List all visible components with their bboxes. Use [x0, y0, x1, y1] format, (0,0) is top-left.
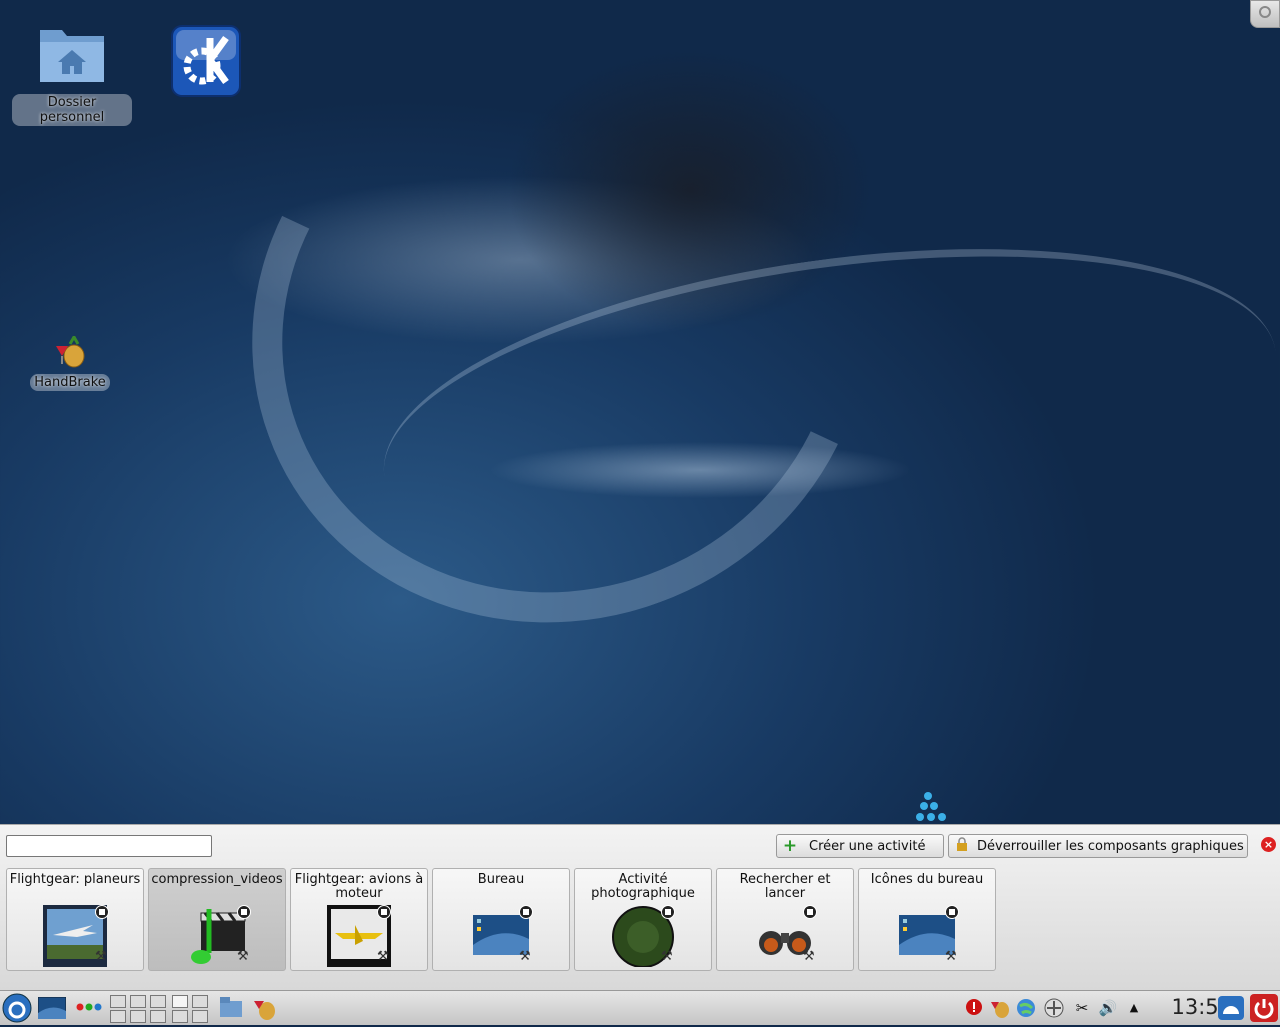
activity-card[interactable]: Icônes du bureau ⚒ [858, 868, 996, 971]
application-launcher-button[interactable] [2, 993, 32, 1027]
power-icon [1254, 999, 1274, 1019]
activity-title: Flightgear: avions à moteur [294, 872, 424, 901]
desktop-icon-home-folder[interactable]: Dossier personnel [12, 24, 132, 126]
activity-title: Flightgear: planeurs [9, 872, 141, 887]
stop-activity-icon[interactable] [519, 905, 533, 919]
notification-icon[interactable] [964, 998, 984, 1018]
show-desktop-button[interactable] [37, 996, 67, 1023]
configure-activity-icon[interactable]: ⚒ [661, 949, 673, 964]
file-manager-icon [220, 997, 242, 1017]
stop-activity-icon[interactable] [237, 905, 251, 919]
home-folder-icon [40, 30, 104, 82]
activity-title: Icônes du bureau [870, 872, 984, 887]
lock-icon [953, 837, 971, 855]
expand-tray-arrow-icon[interactable]: ▲ [1124, 998, 1144, 1018]
kde-logo-icon [171, 25, 241, 97]
handbrake-icon [254, 1001, 275, 1020]
pager-desktop-6[interactable] [110, 1010, 126, 1023]
create-activity-button[interactable]: + Créer une activité [776, 834, 944, 858]
configure-activity-icon[interactable]: ⚒ [803, 949, 815, 964]
desktop-icon-label: Dossier personnel [12, 94, 132, 126]
activity-title: Rechercher et lancer [739, 872, 831, 901]
pager-desktop-2[interactable] [130, 995, 146, 1008]
unlock-widgets-label: Déverrouiller les composants graphiques [977, 838, 1244, 854]
logout-button[interactable] [1250, 994, 1278, 1022]
toolbox-corner-button[interactable] [1250, 0, 1280, 28]
plasma-toolbox-icon[interactable] [914, 790, 948, 824]
stop-activity-icon[interactable] [803, 905, 817, 919]
wallpaper-swoosh [169, 0, 951, 709]
pager-desktop-4[interactable] [172, 995, 188, 1008]
panel-config-icon [1223, 1006, 1239, 1014]
plus-icon: + [782, 836, 798, 856]
configure-activity-icon[interactable]: ⚒ [237, 949, 249, 964]
activity-card[interactable]: compression_videos ⚒ [148, 868, 286, 971]
desktop-icon [37, 996, 67, 1020]
activities-icon [76, 1003, 102, 1011]
volume-icon[interactable]: 🔊 [1098, 998, 1118, 1018]
taskbar-window-handbrake[interactable] [252, 995, 278, 1025]
wallpaper-swoosh [362, 198, 1280, 630]
unlock-widgets-button[interactable]: Déverrouiller les composants graphiques [948, 834, 1248, 858]
pager-desktop-8[interactable] [150, 1010, 166, 1023]
taskbar-window-file-manager[interactable] [218, 995, 244, 1025]
activity-title: Bureau [477, 872, 525, 887]
stop-activity-icon[interactable] [377, 905, 391, 919]
stop-activity-icon[interactable] [95, 905, 109, 919]
activity-card[interactable]: Bureau ⚒ [432, 868, 570, 971]
activity-card[interactable]: Flightgear: planeurs ⚒ [6, 868, 144, 971]
pager-desktop-3[interactable] [150, 995, 166, 1008]
activity-switcher-button[interactable] [76, 1001, 102, 1017]
clipboard-scissors-icon[interactable]: ✂ [1072, 998, 1092, 1018]
pager-desktop-9[interactable] [172, 1010, 188, 1023]
configure-activity-icon[interactable]: ⚒ [519, 949, 531, 964]
activity-search-input[interactable] [6, 835, 212, 857]
configure-activity-icon[interactable]: ⚒ [945, 949, 957, 964]
pager-desktop-5[interactable] [192, 995, 208, 1008]
pager-desktop-1[interactable] [110, 995, 126, 1008]
stop-activity-icon[interactable] [945, 905, 959, 919]
activity-card[interactable]: Rechercher et lancer ⚒ [716, 868, 854, 971]
desktop-icon-kde[interactable] [146, 24, 266, 102]
pager-desktop-7[interactable] [130, 1010, 146, 1023]
kde-launcher-icon [2, 993, 32, 1023]
pager-desktop-10[interactable] [192, 1010, 208, 1023]
handbrake-tray-icon[interactable] [990, 998, 1010, 1018]
network-globe-icon[interactable] [1016, 998, 1036, 1018]
desktop-icon-label: HandBrake [30, 374, 110, 391]
stop-activity-icon[interactable] [661, 905, 675, 919]
activity-title: compression_videos [151, 872, 283, 887]
configure-activity-icon[interactable]: ⚒ [377, 949, 389, 964]
close-panel-button[interactable]: × [1261, 837, 1276, 852]
taskbar: ✂ 🔊 ▲ 13:52 [0, 990, 1280, 1025]
activity-card[interactable]: Activité photographique ⚒ [574, 868, 712, 971]
desktop-icon-handbrake[interactable]: HandBrake [10, 333, 130, 391]
create-activity-label: Créer une activité [809, 838, 926, 854]
virtual-desktop-pager[interactable] [110, 995, 210, 1023]
handbrake-icon [56, 333, 85, 368]
panel-config-button[interactable] [1218, 996, 1244, 1020]
network-manager-icon[interactable] [1044, 998, 1064, 1018]
configure-activity-icon[interactable]: ⚒ [95, 949, 107, 964]
activity-title: Activité photographique [591, 872, 695, 901]
activity-manager-panel: + Créer une activité Déverrouiller les c… [0, 824, 1280, 991]
activity-card[interactable]: Flightgear: avions à moteur ⚒ [290, 868, 428, 971]
